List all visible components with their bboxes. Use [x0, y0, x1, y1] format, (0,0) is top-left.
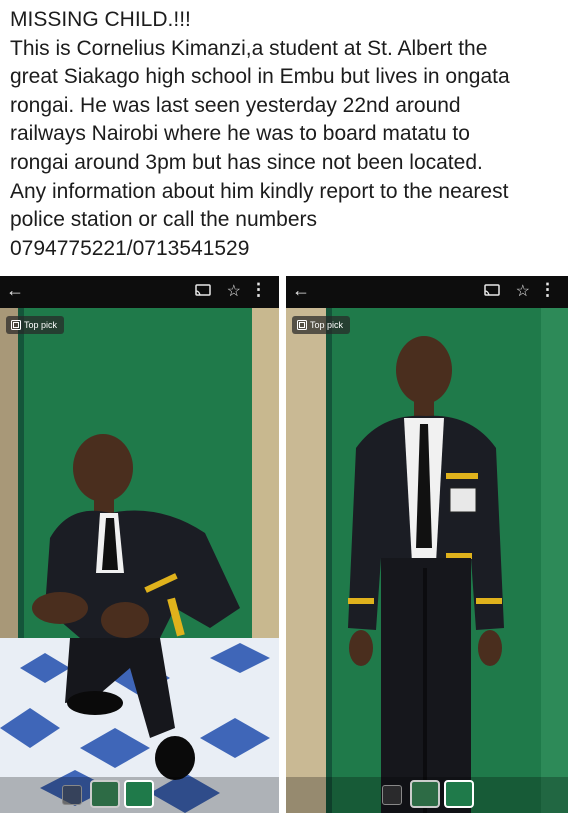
star-icon[interactable]: ☆ — [227, 281, 241, 301]
image-viewer-toolbar: ← ☆ ⋮ — [0, 276, 279, 308]
photo-collage: ← ☆ ⋮ Top pick ← ☆ ⋮ Top pick — [0, 276, 568, 813]
crouching-boy-image — [0, 308, 279, 813]
post-text: MISSING CHILD.!!! This is Cornelius Kima… — [10, 6, 560, 263]
thumbnail[interactable] — [410, 780, 440, 808]
photo-standing-boy[interactable] — [286, 308, 568, 813]
thumbnail-selected[interactable] — [124, 780, 154, 808]
gallery-icon — [297, 320, 307, 330]
star-icon[interactable]: ☆ — [516, 281, 530, 301]
post-line: rongai around 3pm but has since not been… — [10, 150, 483, 174]
cast-icon[interactable] — [195, 284, 211, 296]
more-vertical-icon[interactable]: ⋮ — [250, 280, 267, 300]
grid-view-icon[interactable] — [62, 785, 82, 805]
phone-numbers[interactable]: 0794775221/0713541529 — [10, 235, 560, 264]
post-line: police station or call the numbers — [10, 208, 317, 232]
post-line: great Siakago high school in Embu but li… — [10, 65, 510, 89]
post-line: Any information about him kindly report … — [10, 179, 509, 203]
screenshot-left[interactable]: ← ☆ ⋮ Top pick — [0, 276, 279, 813]
back-arrow-icon[interactable]: ← — [6, 280, 24, 301]
post-line: railways Nairobi where he was to board m… — [10, 122, 470, 146]
post-title: MISSING CHILD.!!! — [10, 8, 191, 31]
post-line: rongai. He was last seen yesterday 22nd … — [10, 93, 461, 117]
top-pick-badge: Top pick — [6, 316, 65, 334]
grid-view-icon[interactable] — [382, 785, 402, 805]
thumbnail-selected[interactable] — [444, 780, 474, 808]
standing-boy-image — [286, 308, 568, 813]
image-viewer-toolbar: ← ☆ ⋮ — [286, 276, 568, 308]
photo-crouching-boy[interactable] — [0, 308, 279, 813]
thumbnail-strip — [286, 777, 568, 813]
cast-icon[interactable] — [484, 284, 500, 296]
thumbnail-strip — [0, 777, 279, 813]
gallery-icon — [11, 320, 21, 330]
top-pick-label: Top pick — [310, 320, 344, 330]
back-arrow-icon[interactable]: ← — [292, 280, 310, 301]
post-line: This is Cornelius Kimanzi,a student at S… — [10, 36, 488, 60]
top-pick-badge: Top pick — [292, 316, 351, 334]
screenshot-right[interactable]: ← ☆ ⋮ Top pick — [286, 276, 568, 813]
top-pick-label: Top pick — [24, 320, 58, 330]
thumbnail[interactable] — [90, 780, 120, 808]
more-vertical-icon[interactable]: ⋮ — [539, 280, 556, 300]
